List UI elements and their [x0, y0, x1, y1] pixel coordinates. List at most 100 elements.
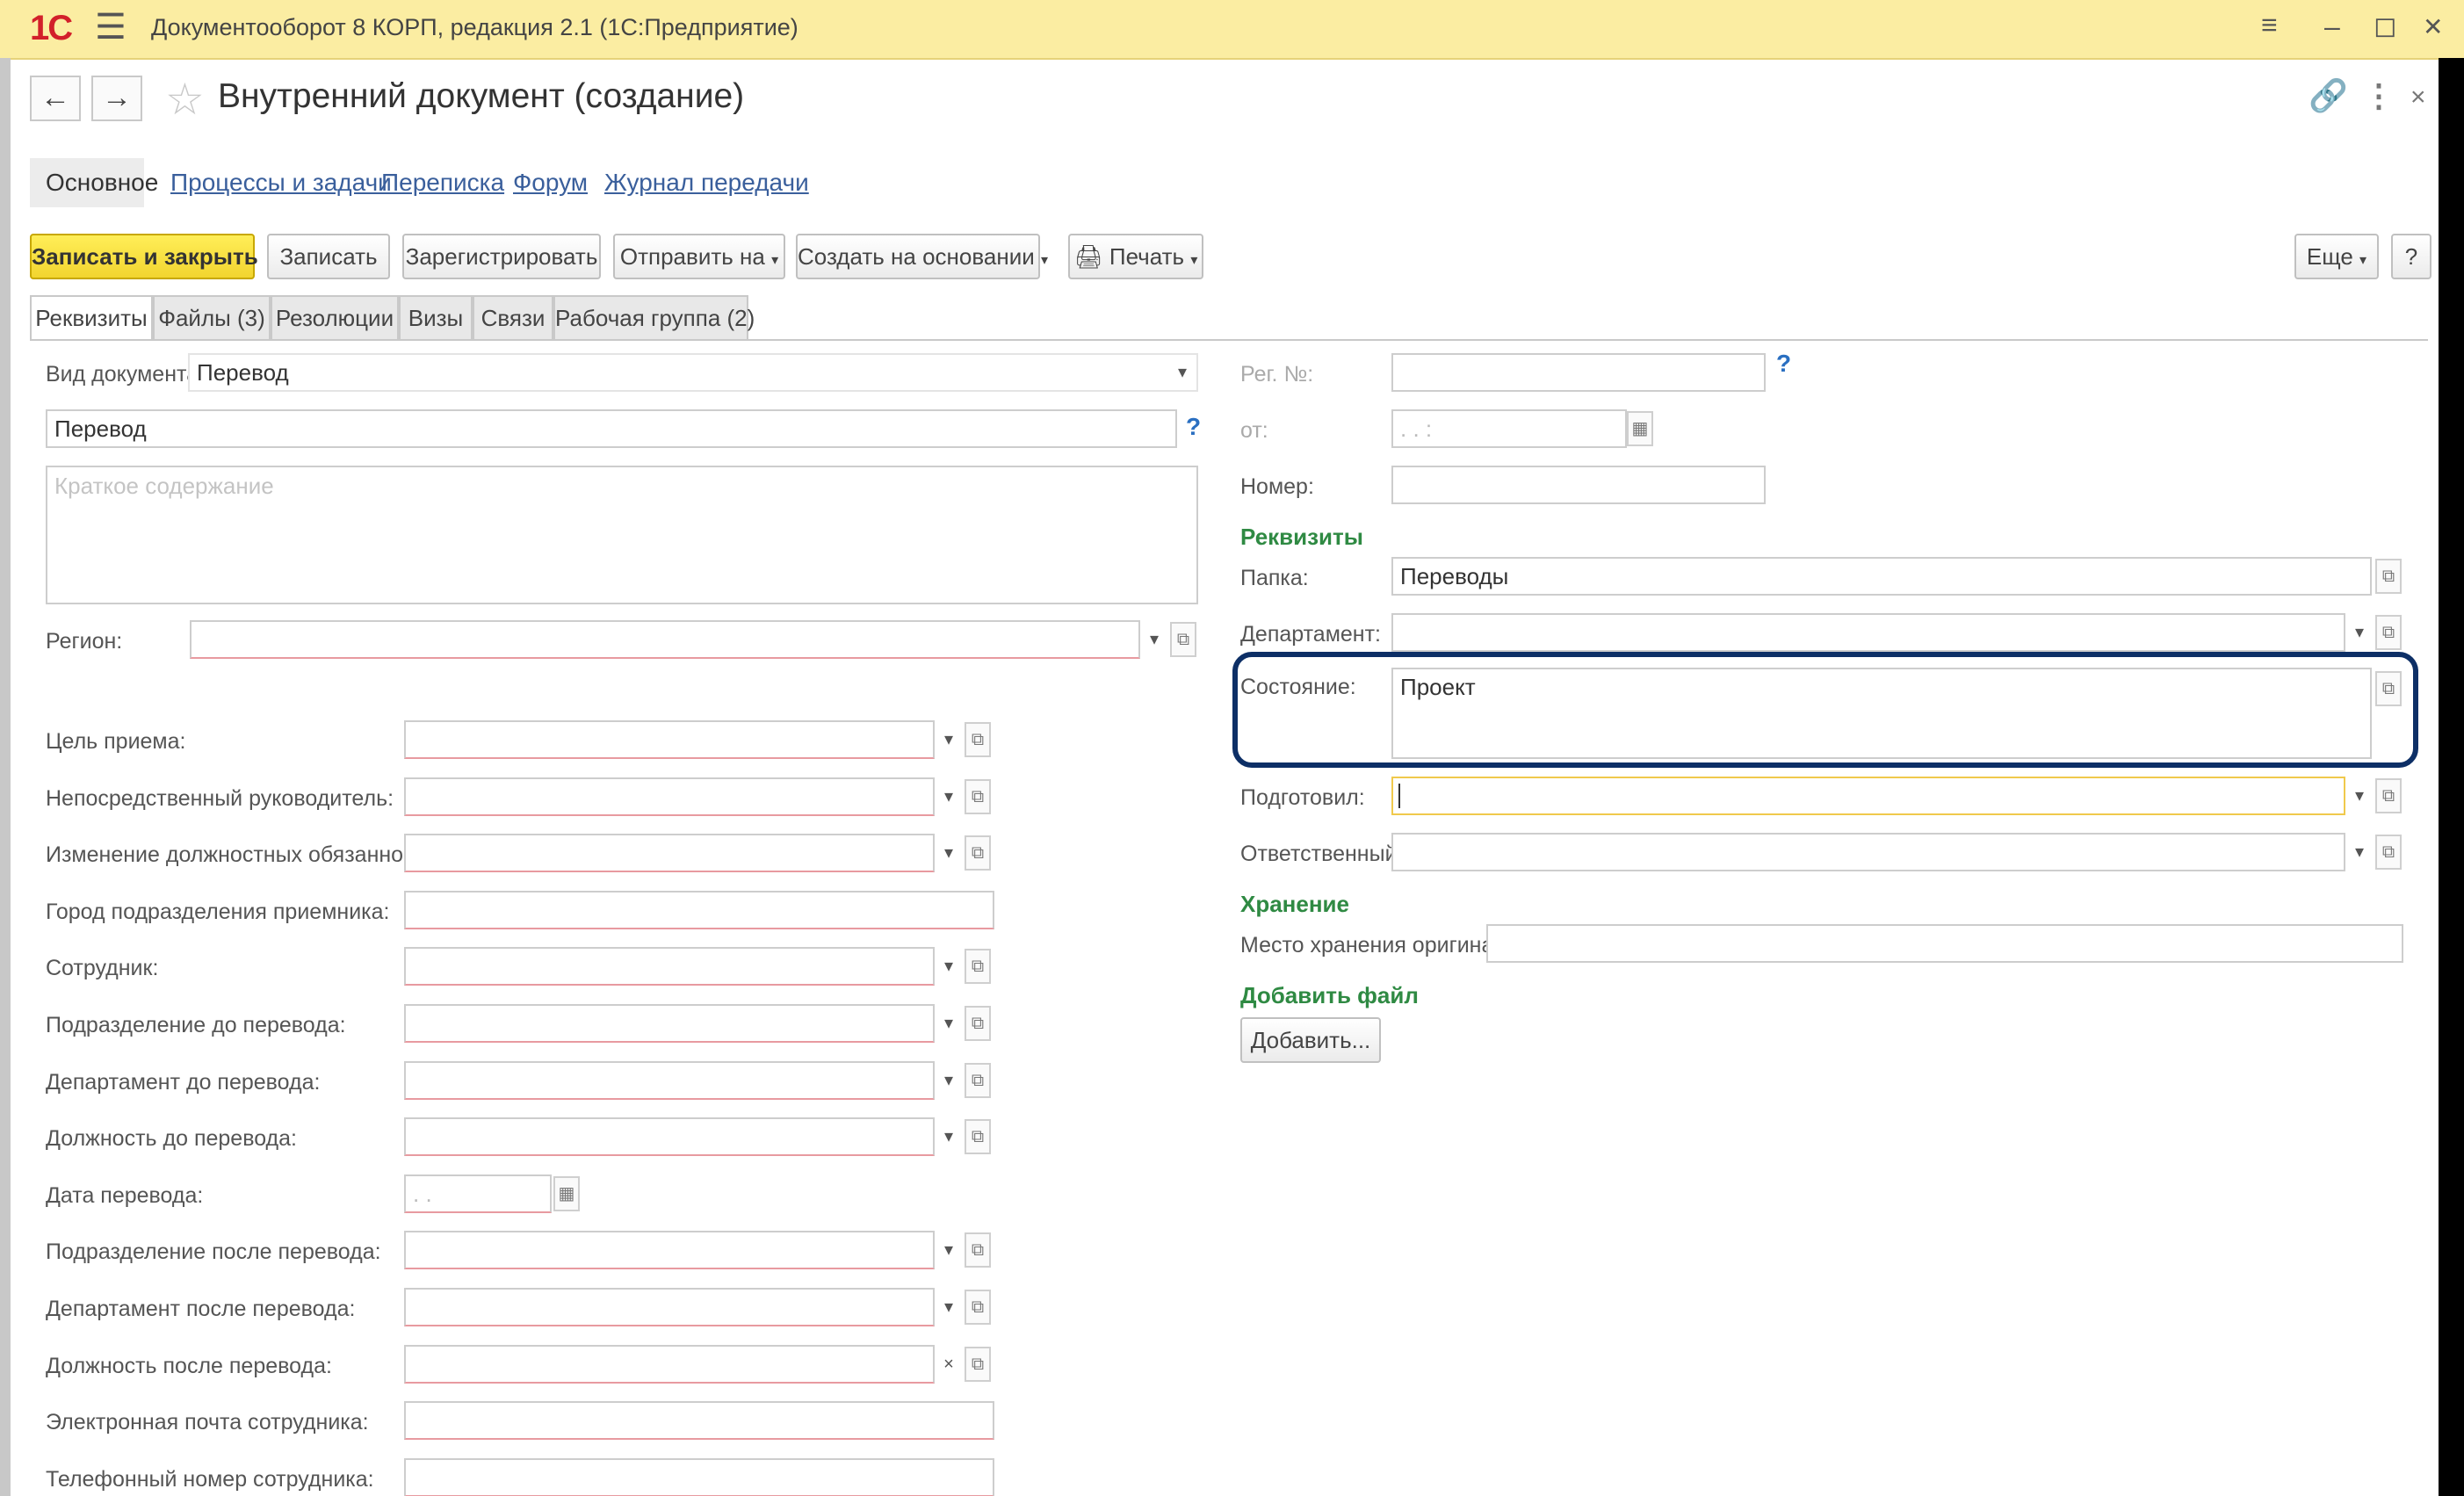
clear-icon[interactable]: × [936, 1345, 961, 1384]
open-form-icon[interactable]: ⧉ [2375, 559, 2402, 594]
help-button[interactable]: ? [2391, 234, 2431, 279]
minimize-icon[interactable]: – [2324, 11, 2340, 43]
tab-correspondence[interactable]: Переписка [381, 158, 504, 207]
chevron-down-icon[interactable]: ▾ [2347, 777, 2372, 815]
chevron-down-icon[interactable]: ▾ [936, 834, 961, 872]
open-form-icon[interactable]: ⧉ [2375, 778, 2402, 813]
open-form-icon[interactable]: ⧉ [965, 949, 991, 984]
chevron-down-icon[interactable]: ▾ [1142, 620, 1167, 659]
folder-field[interactable]: Переводы [1391, 557, 2372, 596]
tab-visas[interactable]: Визы [399, 295, 473, 341]
open-form-icon[interactable]: ⧉ [2375, 615, 2402, 650]
close-window-icon[interactable]: ✕ [2423, 12, 2443, 41]
custom-field-input[interactable] [404, 720, 935, 759]
tab-resolutions[interactable]: Резолюции [271, 295, 399, 341]
custom-field-input[interactable] [404, 1458, 994, 1496]
title-bar: 1С ☰ Документооборот 8 КОРП, редакция 2.… [0, 0, 2464, 60]
tab-forum[interactable]: Форум [513, 158, 588, 207]
open-form-icon[interactable]: ⧉ [965, 1290, 991, 1325]
settings-menu-icon[interactable]: ≡ [2261, 9, 2278, 41]
open-form-icon[interactable]: ⧉ [965, 722, 991, 757]
chevron-down-icon[interactable]: ▾ [936, 1231, 961, 1269]
storage-place-field[interactable] [1486, 924, 2403, 963]
from-date-field[interactable]: . . : [1391, 409, 1627, 448]
open-form-icon[interactable]: ⧉ [965, 1063, 991, 1098]
number-field[interactable] [1391, 466, 1766, 504]
open-form-icon[interactable]: ⧉ [965, 1119, 991, 1154]
forward-button[interactable]: → [91, 76, 142, 121]
department-field[interactable] [1391, 613, 2345, 652]
chevron-down-icon[interactable]: ▾ [2347, 613, 2372, 652]
tab-files[interactable]: Файлы (3) [153, 295, 271, 341]
more-options-icon[interactable]: ⋮ [2363, 77, 2395, 114]
responsible-field[interactable] [1391, 833, 2345, 871]
main-menu-icon[interactable]: ☰ [95, 7, 126, 47]
custom-field-input[interactable] [404, 1401, 994, 1440]
more-label: Еще [2306, 243, 2353, 270]
add-file-button[interactable]: Добавить... [1240, 1017, 1381, 1063]
custom-field-input[interactable] [404, 777, 935, 816]
custom-field-input[interactable] [404, 1004, 935, 1043]
tab-requisites[interactable]: Реквизиты [30, 295, 153, 341]
open-form-icon[interactable]: ⧉ [965, 1347, 991, 1382]
create-based-on-button[interactable]: Создать на основании ▾ [796, 234, 1048, 279]
open-form-icon[interactable]: ⧉ [965, 779, 991, 814]
custom-field-input[interactable] [404, 1345, 935, 1384]
chevron-down-icon[interactable]: ▾ [936, 777, 961, 816]
summary-textarea[interactable]: Краткое содержание [46, 466, 1198, 604]
tab-links[interactable]: Связи [473, 295, 553, 341]
more-button[interactable]: Еще ▾ [2294, 234, 2379, 279]
print-button[interactable]: 🖨 Печать ▾ [1068, 234, 1203, 279]
custom-field-input[interactable] [404, 1117, 935, 1156]
restore-icon[interactable]: ◻ [2374, 9, 2397, 42]
chevron-down-icon[interactable]: ▾ [936, 1004, 961, 1043]
custom-field-input[interactable] [404, 947, 935, 986]
open-form-icon[interactable]: ⧉ [965, 1232, 991, 1268]
prepared-by-field[interactable] [1391, 777, 2345, 815]
custom-field-label: Сотрудник: [46, 956, 159, 980]
tab-work-group[interactable]: Рабочая группа (2) [553, 295, 755, 341]
send-to-button[interactable]: Отправить на ▾ [613, 234, 785, 279]
chevron-down-icon[interactable]: ▾ [936, 947, 961, 986]
region-field[interactable] [190, 620, 1140, 659]
chevron-down-icon: ▾ [1190, 253, 1198, 268]
reg-number-field[interactable] [1391, 353, 1766, 392]
save-button[interactable]: Записать [267, 234, 390, 279]
register-button[interactable]: Зарегистрировать [402, 234, 601, 279]
tab-processes-tasks[interactable]: Процессы и задачи [170, 158, 392, 207]
help-question-icon[interactable]: ? [1186, 413, 1201, 441]
chevron-down-icon[interactable]: ▾ [936, 1117, 961, 1156]
chevron-down-icon[interactable]: ▾ [936, 1288, 961, 1326]
app-logo: 1С [30, 9, 73, 47]
custom-field-input[interactable] [404, 1231, 935, 1269]
highlight-frame [1232, 652, 2418, 768]
open-form-icon[interactable]: ⧉ [965, 835, 991, 871]
calendar-icon[interactable]: ▦ [553, 1176, 580, 1211]
tab-transfer-log[interactable]: Журнал передачи [604, 158, 809, 207]
save-and-close-button[interactable]: Записать и закрыть [30, 234, 258, 279]
open-form-icon[interactable]: ⧉ [2375, 835, 2402, 870]
chevron-down-icon[interactable]: ▾ [936, 1061, 961, 1100]
help-question-icon[interactable]: ? [1776, 350, 1791, 378]
back-button[interactable]: ← [30, 76, 81, 121]
custom-field-input[interactable] [404, 1288, 935, 1326]
close-form-icon[interactable]: × [2410, 83, 2426, 112]
custom-field-input[interactable] [404, 1061, 935, 1100]
open-form-icon[interactable]: ⧉ [1170, 622, 1196, 657]
custom-field-label: Департамент после перевода: [46, 1297, 356, 1321]
calendar-icon[interactable]: ▦ [1627, 411, 1653, 446]
custom-field-input[interactable] [404, 834, 935, 872]
custom-field-input[interactable]: . . [404, 1174, 552, 1213]
chevron-down-icon[interactable]: ▾ [2347, 833, 2372, 871]
custom-field-input[interactable] [404, 891, 994, 929]
chevron-down-icon[interactable]: ▾ [936, 720, 961, 759]
chevron-down-icon[interactable]: ▾ [1170, 353, 1195, 392]
custom-field-label: Город подразделения приемника: [46, 900, 390, 924]
printer-icon: 🖨 [1073, 243, 1103, 270]
document-title-field[interactable]: Перевод [46, 409, 1177, 448]
favorite-star-icon[interactable]: ☆ [165, 74, 205, 125]
link-icon[interactable]: 🔗 [2309, 77, 2348, 114]
doc-type-field[interactable]: Перевод [188, 353, 1198, 392]
open-form-icon[interactable]: ⧉ [965, 1006, 991, 1041]
tab-main[interactable]: Основное [30, 158, 158, 207]
